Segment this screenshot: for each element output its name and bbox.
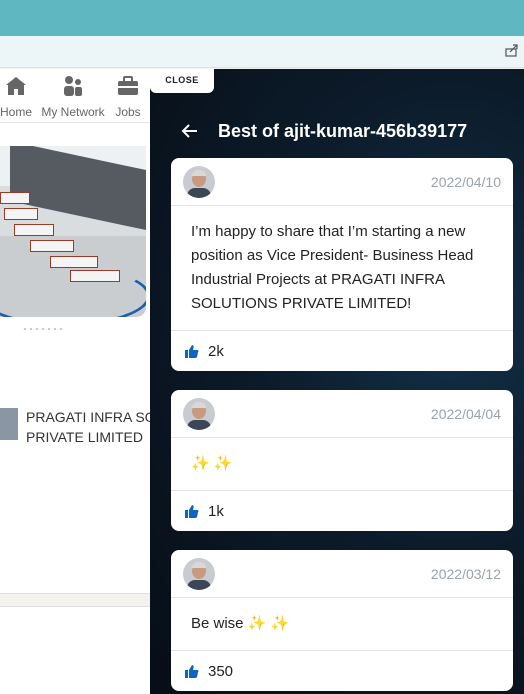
nav-my-network-label: My Network: [41, 105, 105, 119]
back-arrow-icon[interactable]: [180, 121, 200, 141]
post-date: 2022/03/12: [430, 566, 501, 582]
post-header: 2022/04/10: [171, 158, 513, 206]
like-count: 350: [208, 663, 234, 680]
post-header: 2022/03/12: [171, 550, 513, 598]
like-count: 2k: [208, 343, 224, 360]
post-footer: 350: [171, 651, 513, 691]
post-text: ✨ ✨: [171, 438, 513, 491]
post-card[interactable]: 2022/03/12 Be wise ✨ ✨ 350: [171, 550, 513, 691]
post-date: 2022/04/04: [430, 406, 501, 422]
avatar[interactable]: [183, 166, 215, 198]
network-icon: [64, 76, 82, 96]
nav-jobs-label: Jobs: [115, 105, 141, 119]
post-header: 2022/04/04: [171, 390, 513, 438]
close-button[interactable]: CLOSE: [150, 69, 214, 93]
avatar[interactable]: [183, 558, 215, 590]
thumbs-up-icon[interactable]: [185, 504, 199, 518]
post-text: Be wise ✨ ✨: [171, 598, 513, 651]
nav-home-label: Home: [0, 105, 33, 119]
company-name-line2: PRIVATE LIMITED: [26, 429, 143, 445]
nav-jobs[interactable]: Jobs: [114, 75, 142, 119]
post-footer: 2k: [171, 331, 513, 371]
thumbs-up-icon[interactable]: [185, 344, 199, 358]
best-of-panel: CLOSE Best of ajit-kumar-456b39177 2022/…: [150, 69, 524, 694]
post-date: 2022/04/10: [430, 174, 501, 190]
nav-home[interactable]: Home: [0, 75, 32, 119]
company-name-line1: PRAGATI INFRA SO: [26, 409, 152, 425]
share-icon[interactable]: [504, 42, 520, 58]
post-footer: 1k: [171, 491, 513, 531]
nav-my-network[interactable]: My Network: [40, 75, 106, 119]
top-nav: Home My Network Jobs: [0, 69, 152, 123]
linkedin-page: Home My Network Jobs PRAGATI INFRA SO PR…: [0, 69, 152, 694]
avatar[interactable]: [183, 398, 215, 430]
post-card[interactable]: 2022/04/10 I’m happy to share that I’m s…: [171, 158, 513, 371]
briefcase-icon: [118, 76, 138, 95]
carousel-dots[interactable]: [22, 327, 64, 331]
post-card[interactable]: 2022/04/04 ✨ ✨ 1k: [171, 390, 513, 531]
warehouse-image: [0, 146, 146, 317]
address-bar[interactable]: [0, 36, 524, 68]
company-name[interactable]: PRAGATI INFRA SO PRIVATE LIMITED: [26, 407, 152, 447]
home-icon: [6, 77, 26, 95]
thumbs-up-icon[interactable]: [185, 664, 199, 678]
panel-title: Best of ajit-kumar-456b39177: [218, 120, 468, 141]
company-logo: [0, 408, 18, 440]
browser-tab-strip: [0, 0, 524, 36]
section-divider: [0, 593, 152, 607]
panel-header: Best of ajit-kumar-456b39177: [180, 119, 467, 143]
post-text: I’m happy to share that I’m starting a n…: [171, 206, 513, 331]
like-count: 1k: [208, 503, 224, 520]
